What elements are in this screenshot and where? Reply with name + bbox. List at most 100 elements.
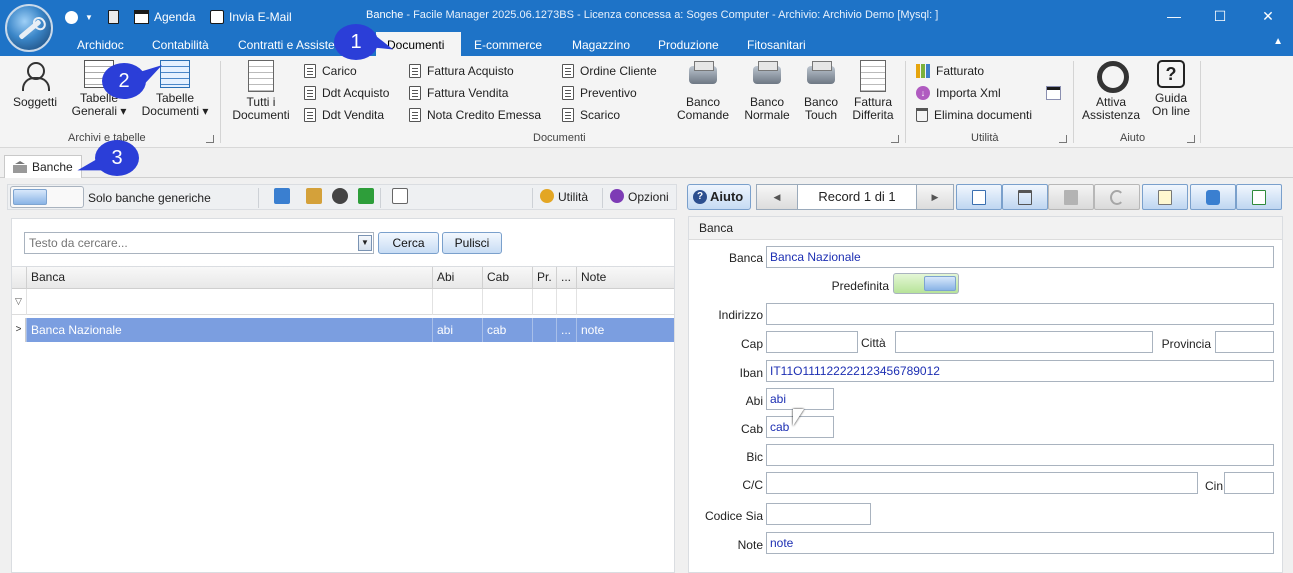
ordine-cliente-button[interactable]: Ordine Cliente (562, 62, 657, 80)
aiuto-button[interactable]: ? Aiuto (687, 184, 751, 210)
preventivo-button[interactable]: Preventivo (562, 84, 637, 102)
utilita-menu[interactable]: Utilità (558, 190, 588, 204)
row-selector-icon[interactable]: > (12, 318, 26, 342)
delete-record-button[interactable] (1002, 184, 1048, 210)
search-dropdown-icon[interactable]: ▼ (358, 235, 372, 251)
column-pr[interactable]: Pr. (532, 267, 556, 289)
help-icon: ? (1157, 60, 1185, 88)
nota-credito-emessa-button[interactable]: Nota Credito Emessa (409, 106, 541, 124)
archivi-launcher-icon[interactable] (206, 135, 214, 143)
cap-field[interactable] (766, 331, 858, 353)
binoculars-icon[interactable] (332, 188, 348, 204)
fattura-acquisto-button[interactable]: Fattura Acquisto (409, 62, 514, 80)
tutti-documenti-button[interactable]: Tutti i Documenti (228, 60, 294, 122)
aiuto-launcher-icon[interactable] (1187, 135, 1195, 143)
iban-field[interactable]: IT11O111122222123456789012 (766, 360, 1274, 382)
ribbon-separator (220, 61, 221, 143)
note-field[interactable]: note (766, 532, 1274, 554)
cerca-button[interactable]: Cerca (378, 232, 439, 254)
app-logo[interactable] (5, 4, 53, 52)
column-banca[interactable]: Banca (26, 267, 432, 289)
save-record-button[interactable] (1048, 184, 1094, 210)
filter-banca[interactable] (26, 289, 432, 315)
banco-normale-button[interactable]: Banco Normale (740, 60, 794, 122)
importa-xml-button[interactable]: ↓ Importa Xml (916, 84, 1001, 102)
filter-icon[interactable] (306, 188, 322, 204)
close-button[interactable]: ✕ (1258, 6, 1278, 26)
agenda-button[interactable]: Agenda (134, 8, 195, 26)
ddt-vendita-button[interactable]: Ddt Vendita (304, 106, 384, 124)
status-circle-icon[interactable] (65, 8, 81, 26)
utilita-launcher-icon[interactable] (1059, 135, 1067, 143)
filter-note[interactable] (576, 289, 674, 315)
column-note[interactable]: Note (576, 267, 674, 289)
label-note: Note (737, 538, 763, 552)
abi-field[interactable]: abi (766, 388, 834, 410)
utilities-gear-icon[interactable] (540, 189, 554, 203)
label-iban: Iban (739, 366, 763, 380)
banca-field[interactable]: Banca Nazionale (766, 246, 1274, 268)
tab-fitosanitari[interactable]: Fitosanitari (737, 32, 816, 56)
carico-button[interactable]: Carico (304, 62, 357, 80)
options-icon[interactable] (610, 189, 624, 203)
preview-icon[interactable] (392, 188, 408, 204)
guida-online-button[interactable]: ? Guida On line (1148, 60, 1194, 118)
new-record-button[interactable] (956, 184, 1002, 210)
soggetti-button[interactable]: Soggetti (8, 60, 62, 109)
maximize-button[interactable]: ☐ (1210, 6, 1230, 26)
provincia-field[interactable] (1215, 331, 1274, 353)
table-row[interactable]: > Banca Nazionale abi cab ... note (12, 318, 674, 342)
edit-record-button[interactable] (1142, 184, 1188, 210)
previous-record-button[interactable]: ◀ (756, 184, 798, 210)
citta-field[interactable] (895, 331, 1153, 353)
banco-comande-button[interactable]: Banco Comande (674, 60, 732, 122)
codice-sia-field[interactable] (766, 503, 871, 525)
documenti-launcher-icon[interactable] (891, 135, 899, 143)
filter-abi[interactable] (432, 289, 482, 315)
copy-record-button[interactable] (1236, 184, 1282, 210)
toolbar-separator (602, 188, 603, 208)
filter-cab[interactable] (482, 289, 532, 315)
undo-button[interactable] (1094, 184, 1140, 210)
send-email-button[interactable]: Invia E-Mail (210, 8, 292, 26)
search-input[interactable] (24, 232, 374, 254)
column-more[interactable]: ... (556, 267, 576, 289)
column-abi[interactable]: Abi (432, 267, 482, 289)
column-cab[interactable]: Cab (482, 267, 532, 289)
elimina-documenti-button[interactable]: Elimina documenti (916, 106, 1032, 124)
solo-generiche-toggle[interactable] (10, 186, 84, 208)
refresh-record-button[interactable] (1190, 184, 1236, 210)
minimize-button[interactable]: — (1164, 6, 1184, 26)
ddt-acquisto-button[interactable]: Ddt Acquisto (304, 84, 389, 102)
calculator-icon[interactable] (108, 8, 122, 26)
refresh-icon[interactable] (274, 188, 290, 204)
next-record-button[interactable]: ▶ (916, 184, 954, 210)
quick-access-dropdown-icon[interactable]: ▼ (85, 8, 93, 26)
fattura-vendita-button[interactable]: Fattura Vendita (409, 84, 508, 102)
bic-field[interactable] (766, 444, 1274, 466)
documents-list-icon (248, 60, 274, 92)
filter-more[interactable] (556, 289, 576, 315)
attiva-assistenza-button[interactable]: Attiva Assistenza (1080, 60, 1142, 122)
predefinita-toggle[interactable] (893, 273, 959, 294)
banco-touch-button[interactable]: Banco Touch (798, 60, 844, 122)
cin-field[interactable] (1224, 472, 1274, 494)
opzioni-menu[interactable]: Opzioni (628, 190, 669, 204)
cc-field[interactable] (766, 472, 1198, 494)
tab-banche[interactable]: Banche (4, 155, 82, 178)
filter-funnel-icon[interactable]: ▽ (15, 296, 22, 307)
checkbox-icon[interactable] (358, 188, 374, 204)
scarico-button[interactable]: Scarico (562, 106, 620, 124)
tab-produzione[interactable]: Produzione (648, 32, 729, 56)
calendar-small-icon[interactable] (1046, 84, 1066, 102)
fatturato-button[interactable]: Fatturato (916, 62, 984, 80)
filter-pr[interactable] (532, 289, 556, 315)
tab-ecommerce[interactable]: E-commerce (464, 32, 552, 56)
tab-contabilita[interactable]: Contabilità (142, 32, 219, 56)
fattura-differita-button[interactable]: Fattura Differita (848, 60, 898, 122)
collapse-ribbon-icon[interactable]: ▲ (1273, 36, 1283, 47)
tab-magazzino[interactable]: Magazzino (562, 32, 640, 56)
pulisci-button[interactable]: Pulisci (442, 232, 502, 254)
tab-archidoc[interactable]: Archidoc (67, 32, 134, 56)
indirizzo-field[interactable] (766, 303, 1274, 325)
